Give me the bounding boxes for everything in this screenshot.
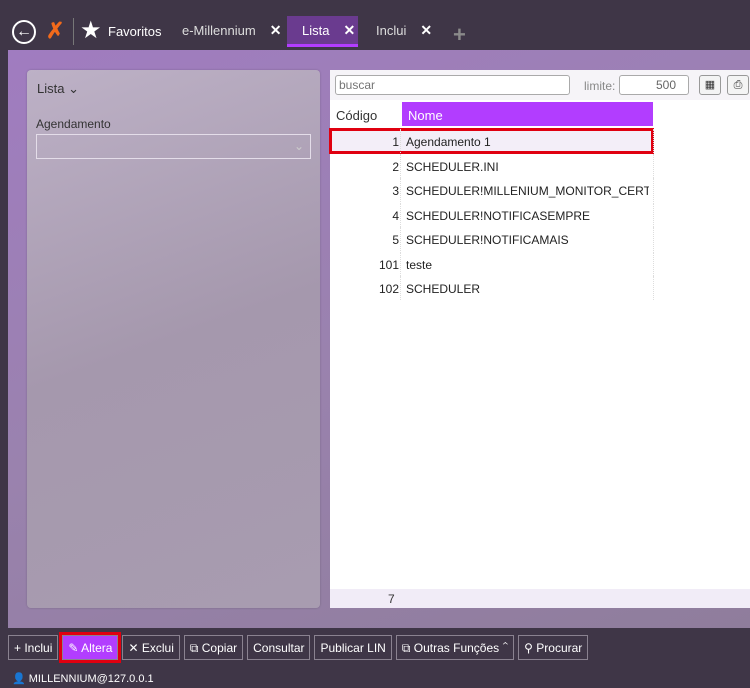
consultar-button[interactable]: Consultar [247,635,311,660]
cell-divider [653,178,654,202]
cell-codigo: 3 [392,184,399,198]
cell-divider [400,251,401,276]
table-row[interactable]: 4 SCHEDULER!NOTIFICASEMPRE [330,202,654,227]
new-tab-icon[interactable]: + [453,24,466,46]
copiar-button[interactable]: ⧉ Copiar [183,635,244,660]
button-label: Outras Funções [413,641,500,655]
close-icon[interactable]: ✕ [270,22,282,38]
cell-nome: SCHEDULER!NOTIFICASEMPRE [406,208,591,223]
print-icon[interactable]: ⎙ [727,75,749,95]
exclui-button[interactable]: ✕ Exclui [122,635,180,660]
cell-codigo: 101 [378,257,399,272]
table-row[interactable]: 1 Agendamento 1 [329,128,654,154]
cell-codigo: 4 [392,208,399,223]
table-footer: 7 [330,589,750,608]
action-bar: + Inclui ✎ Altera ✕ Exclui ⧉ Copiar Cons… [8,632,589,663]
list-panel: limite: 500 ▦ ⎙ Código Nome 1 Agendamento… [329,70,750,608]
filter-panel: Lista ⌄ Agendamento ⌄ [27,70,320,608]
list-toolbar: limite: 500 ▦ ⎙ [330,70,750,100]
publicar-lin-button[interactable]: Publicar LIN [314,635,392,660]
altera-button[interactable]: ✎ Altera [59,632,122,663]
cell-divider [653,276,654,300]
tab-label: Inclui [376,23,407,38]
edit-icon: ✎ [68,641,82,655]
button-label: Exclui [141,641,174,655]
copy-icon: ⧉ [189,641,202,655]
cell-nome: teste [406,257,433,272]
cell-nome: Agendamento 1 [406,135,491,149]
star-icon[interactable]: ★ [80,17,102,45]
connection-info: MILLENNIUM@127.0.0.1 [28,673,154,685]
inclui-button[interactable]: + Inclui [8,635,59,660]
table-row[interactable]: 3 SCHEDULER!MILLENIUM_MONITOR_CERTIFI... [330,178,654,202]
section-toggle[interactable]: Lista ⌄ [37,81,79,97]
plus-icon: + [14,641,25,655]
column-header-codigo[interactable]: Código [330,102,402,126]
chevron-down-icon: ⌄ [293,139,304,153]
limit-input[interactable]: 500 [619,75,689,95]
search-icon: ⚲ [524,641,537,655]
cell-divider [400,153,401,178]
button-label: Inclui [24,641,53,655]
status-bar: 👤 MILLENNIUM@127.0.0.1 [12,672,154,685]
cell-codigo: 2 [392,159,399,174]
x-icon: ✕ [128,641,142,655]
procurar-button[interactable]: ⚲ Procurar [518,635,589,660]
cell-divider [653,227,654,251]
limit-label: limite: [584,79,616,93]
cell-nome: SCHEDULER!MILLENIUM_MONITOR_CERTIFI... [406,184,649,198]
table-row[interactable]: 101 teste [330,251,654,276]
chevron-down-icon: ⌄ [68,81,79,96]
button-label: Copiar [201,641,238,655]
cell-nome: SCHEDULER [406,282,481,296]
close-icon[interactable]: ✕ [420,22,432,38]
cell-divider [653,153,654,178]
app-logo: ✗ [46,18,65,43]
tab-inclui[interactable]: Inclui ✕ [376,16,432,47]
cell-divider [653,129,654,153]
user-icon: 👤 [12,673,26,685]
top-bar: ← ✗ ★ Favoritos e-Millennium ✕ Lista ✕ Inc… [0,0,750,50]
tab-lista[interactable]: Lista ✕ [287,16,358,47]
cell-nome: SCHEDULER!NOTIFICAMAIS [406,233,569,247]
cell-codigo: 1 [392,135,399,149]
cell-nome: SCHEDULER.INI [406,159,499,174]
cell-divider [653,251,654,276]
external-edit-icon: ⧉ [401,641,414,655]
table-row[interactable]: 5 SCHEDULER!NOTIFICAMAIS [330,227,654,251]
close-icon[interactable]: ✕ [343,22,355,38]
cell-codigo: 102 [378,282,399,296]
cell-divider [400,227,401,251]
divider [73,18,74,45]
agendamento-label: Agendamento [36,117,111,131]
chevron-up-icon: ⌃ [499,641,509,655]
cell-divider [653,202,654,227]
cell-divider [400,276,401,300]
search-input[interactable] [335,75,570,95]
table-row[interactable]: 102 SCHEDULER [330,276,654,300]
tab-e-millennium[interactable]: e-Millennium ✕ [182,16,281,47]
button-label: Altera [81,641,113,655]
tab-label: Lista [302,23,330,38]
cell-divider [400,178,401,202]
favorites-button[interactable]: Favoritos [108,24,161,39]
table-row[interactable]: 2 SCHEDULER.INI [330,153,654,178]
excel-export-icon[interactable]: ▦ [699,75,721,95]
cell-divider [400,202,401,227]
outras-funcoes-button[interactable]: ⧉ Outras Funções ⌃ [395,635,515,660]
section-label: Lista [37,81,65,96]
column-header-nome[interactable]: Nome [402,102,653,126]
tab-label: e-Millennium [182,23,256,38]
cell-codigo: 5 [392,233,399,247]
row-count: 7 [388,592,395,606]
cell-divider [400,129,401,153]
button-label: Procurar [536,641,583,655]
agendamento-select[interactable]: ⌄ [36,134,311,159]
back-icon[interactable]: ← [12,20,36,44]
